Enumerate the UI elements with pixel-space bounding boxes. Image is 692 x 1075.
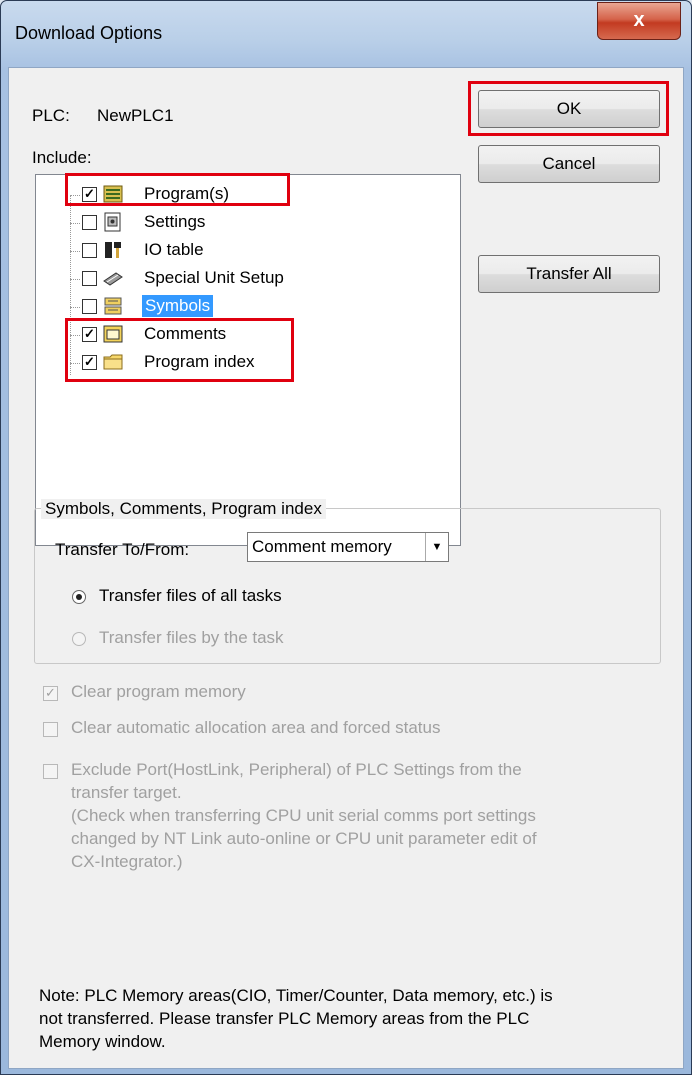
exclude-note-line-3: CX-Integrator.) — [71, 852, 183, 871]
memory-note: Note: PLC Memory areas(CIO, Timer/Counte… — [39, 984, 553, 1053]
tree-item-settings[interactable]: Settings — [36, 209, 456, 237]
dialog-client: PLC: NewPLC1 Include: OK Cancel Transfer… — [8, 67, 684, 1069]
symbols-checkbox[interactable] — [82, 299, 97, 314]
transfer-to-from-select[interactable]: Comment memory ▼ — [247, 532, 449, 562]
exclude-port-line-1: Exclude Port(HostLink, Peripheral) of PL… — [71, 760, 522, 779]
transfer-select-value: Comment memory — [252, 537, 392, 556]
radio-by-task-label: Transfer files by the task — [99, 628, 284, 647]
note-line-3: Memory window. — [39, 1032, 166, 1051]
special-unit-icon — [103, 272, 123, 286]
clear-auto-checkbox — [43, 722, 58, 737]
plc-label: PLC: — [32, 106, 70, 125]
plc-name: NewPLC1 — [97, 106, 174, 125]
cancel-button[interactable]: Cancel — [478, 145, 660, 183]
chevron-down-icon[interactable]: ▼ — [425, 533, 448, 561]
note-line-2: not transferred. Please transfer PLC Mem… — [39, 1009, 530, 1028]
download-options-window: Download Options x PLC: NewPLC1 Include:… — [0, 0, 692, 1075]
exclude-note-line-1: (Check when transferring CPU unit serial… — [71, 806, 536, 825]
tree-item-symbols[interactable]: Symbols — [36, 293, 456, 321]
io-table-icon — [105, 242, 121, 258]
close-button[interactable]: x — [597, 2, 681, 40]
ok-highlight-box — [468, 81, 669, 136]
tree-item-label: Special Unit Setup — [144, 268, 284, 287]
exclude-port-text: Exclude Port(HostLink, Peripheral) of PL… — [71, 758, 537, 873]
radio-all-tasks-label: Transfer files of all tasks — [99, 586, 282, 605]
transfer-all-button[interactable]: Transfer All — [478, 255, 660, 293]
clear-program-label: Clear program memory — [71, 682, 246, 701]
tree-item-label: IO table — [144, 240, 204, 259]
settings-checkbox[interactable] — [82, 215, 97, 230]
exclude-port-line-2: transfer target. — [71, 783, 182, 802]
tree-item-io-table[interactable]: IO table — [36, 237, 456, 265]
clear-auto-label: Clear automatic allocation area and forc… — [71, 718, 441, 737]
special-unit-checkbox[interactable] — [82, 271, 97, 286]
note-line-1: Note: PLC Memory areas(CIO, Timer/Counte… — [39, 986, 553, 1005]
radio-by-task — [72, 632, 86, 646]
comments-index-highlight-box — [65, 318, 294, 382]
transfer-to-from-label: Transfer To/From: — [55, 540, 190, 559]
tree-item-label: Symbols — [142, 295, 214, 317]
radio-all-tasks[interactable] — [72, 590, 86, 604]
include-label: Include: — [32, 148, 92, 167]
tree-item-special-unit-setup[interactable]: Special Unit Setup — [36, 265, 456, 293]
io-table-checkbox[interactable] — [82, 243, 97, 258]
symbols-icon — [104, 297, 122, 315]
title-bar[interactable]: Download Options x — [1, 1, 691, 67]
window-title: Download Options — [15, 23, 163, 43]
tree-item-label: Settings — [144, 212, 206, 231]
programs-highlight-box — [65, 173, 290, 206]
group-title: Symbols, Comments, Program index — [41, 499, 326, 519]
exclude-note-line-2: changed by NT Link auto-online or CPU un… — [71, 829, 537, 848]
clear-program-checkbox: ✓ — [43, 686, 58, 701]
settings-icon — [104, 212, 121, 232]
exclude-port-checkbox — [43, 764, 58, 779]
